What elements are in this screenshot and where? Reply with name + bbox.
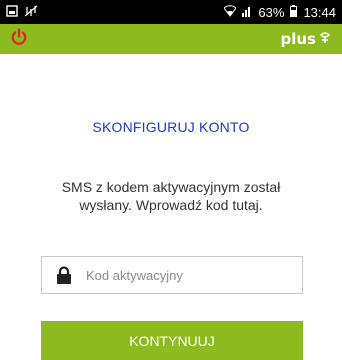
sms-info-message: SMS z kodem aktywacyjnym został wysłany.…: [61, 179, 281, 213]
app-bar: plus: [0, 24, 342, 54]
status-bar: 63% 13:44: [0, 0, 342, 24]
clock: 13:44: [303, 4, 336, 20]
battery-percent: 63%: [258, 4, 285, 20]
notification-icon: [6, 4, 18, 20]
status-left: [6, 4, 38, 20]
continue-button[interactable]: KONTYNUUJ: [41, 321, 303, 360]
battery-icon: [290, 4, 298, 20]
page-title: SKONFIGURUJ KONTO: [92, 119, 250, 135]
lock-icon: [42, 265, 86, 285]
activation-code-field[interactable]: [41, 256, 303, 294]
activation-code-input[interactable]: [86, 267, 286, 283]
wifi-icon: [223, 4, 238, 20]
sync-off-icon: [24, 5, 38, 20]
plus-logo-icon: [318, 30, 332, 48]
brand-text: plus: [280, 30, 317, 48]
signal-icon: [242, 5, 252, 20]
power-icon[interactable]: [10, 27, 28, 51]
status-right: 63% 13:44: [223, 4, 336, 20]
brand-logo: plus: [281, 30, 333, 48]
